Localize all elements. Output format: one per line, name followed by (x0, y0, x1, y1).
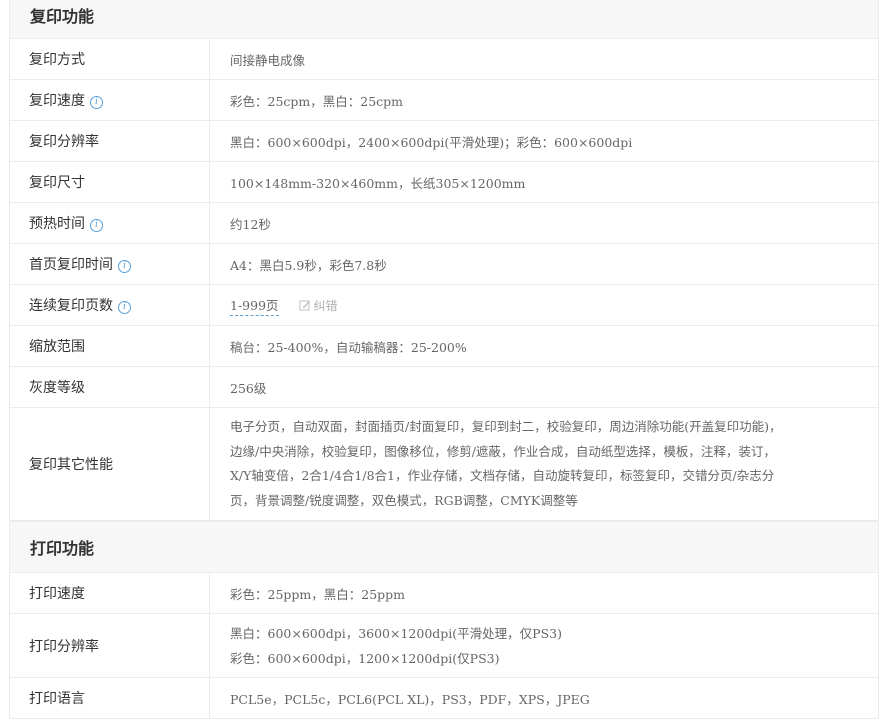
spec-label: 打印速度 (10, 573, 210, 613)
spec-value-line: 边缘/中央消除，校验复印，图像移位，修剪/遮蔽，作业合成，自动纸型选择，模板，注… (230, 443, 776, 459)
spec-table: 复印功能 复印方式 间接静电成像 复印速度 i 彩色：25cpm，黑白：25cp… (9, 0, 879, 719)
section-title-copy: 复印功能 (10, 0, 878, 39)
spec-row-continuous-copy: 连续复印页数 i 1-999页 纠错 (10, 285, 878, 326)
spec-row-print-resolution: 打印分辨率 黑白：600×600dpi，3600×1200dpi(平滑处理，仅P… (10, 614, 878, 678)
spec-label: 复印分辨率 (10, 121, 210, 161)
spec-label-text: 首页复印时间 (29, 257, 113, 273)
spec-row-other-copy-features: 复印其它性能 电子分页，自动双面，封面插页/封面复印，复印到封二，校验复印，周边… (10, 408, 878, 521)
spec-label: 首页复印时间 i (10, 244, 210, 284)
spec-label: 灰度等级 (10, 367, 210, 407)
info-icon[interactable]: i (118, 259, 131, 273)
spec-value: PCL5e，PCL5c，PCL6(PCL XL)，PS3，PDF，XPS，JPE… (230, 691, 590, 707)
info-icon[interactable]: i (90, 95, 103, 109)
spec-label: 复印其它性能 (10, 408, 210, 520)
spec-value: 彩色：25ppm，黑白：25ppm (230, 586, 406, 602)
spec-row-copy-size: 复印尺寸 100×148mm-320×460mm，长纸305×1200mm (10, 162, 878, 203)
spec-row-grayscale: 灰度等级 256级 (10, 367, 878, 408)
info-icon[interactable]: i (118, 300, 131, 314)
spec-value: 100×148mm-320×460mm，长纸305×1200mm (230, 175, 526, 191)
spec-label-text: 复印速度 (29, 93, 85, 109)
correction-label: 纠错 (313, 298, 338, 313)
spec-value: 间接静电成像 (230, 52, 306, 68)
spec-label: 复印速度 i (10, 80, 210, 120)
section-title-text: 复印功能 (30, 7, 95, 26)
pencil-icon (299, 300, 310, 311)
spec-label: 打印语言 (10, 678, 210, 718)
spec-value: A4：黑白5.9秒，彩色7.8秒 (230, 257, 387, 273)
spec-value: 稿台：25-400%，自动输稿器：25-200% (230, 339, 467, 355)
spec-label-text: 预热时间 (29, 216, 85, 232)
spec-row-print-speed: 打印速度 彩色：25ppm，黑白：25ppm (10, 573, 878, 614)
spec-value: 黑白：600×600dpi，3600×1200dpi(平滑处理，仅PS3) 彩色… (210, 614, 878, 677)
spec-row-copy-resolution: 复印分辨率 黑白：600×600dpi，2400×600dpi(平滑处理)；彩色… (10, 121, 878, 162)
spec-label: 预热时间 i (10, 203, 210, 243)
spec-label: 打印分辨率 (10, 614, 210, 677)
spec-value: 彩色：25cpm，黑白：25cpm (230, 93, 404, 109)
spec-row-copy-speed: 复印速度 i 彩色：25cpm，黑白：25cpm (10, 80, 878, 121)
spec-row-copy-method: 复印方式 间接静电成像 (10, 39, 878, 80)
continuous-copy-link[interactable]: 1-999页 (230, 295, 279, 316)
spec-value-line: X/Y轴变倍，2合1/4合1/8合1，作业存储，文档存储，自动旋转复印，标签复印… (230, 468, 775, 483)
spec-value-line: 页，背景调整/锐度调整，双色模式，RGB调整，CMYK调整等 (230, 492, 578, 508)
spec-row-print-language: 打印语言 PCL5e，PCL5c，PCL6(PCL XL)，PS3，PDF，XP… (10, 678, 878, 719)
info-icon[interactable]: i (90, 218, 103, 232)
correction-button[interactable]: 纠错 (299, 297, 338, 314)
spec-value: 黑白：600×600dpi，2400×600dpi(平滑处理)；彩色：600×6… (230, 134, 633, 150)
spec-value: 1-999页 纠错 (210, 285, 878, 325)
section-title-text: 打印功能 (30, 539, 95, 558)
spec-label: 连续复印页数 i (10, 285, 210, 325)
spec-label: 复印方式 (10, 39, 210, 79)
spec-value-line: 黑白：600×600dpi，3600×1200dpi(平滑处理，仅PS3) (230, 626, 562, 641)
spec-value: 256级 (230, 380, 267, 396)
spec-row-warmup-time: 预热时间 i 约12秒 (10, 203, 878, 244)
spec-label-text: 连续复印页数 (29, 298, 113, 314)
spec-value-line: 彩色：600×600dpi，1200×1200dpi(仅PS3) (230, 650, 500, 666)
spec-label: 缩放范围 (10, 326, 210, 366)
spec-row-zoom-range: 缩放范围 稿台：25-400%，自动输稿器：25-200% (10, 326, 878, 367)
spec-value-line: 电子分页，自动双面，封面插页/封面复印，复印到封二，校验复印，周边消除功能(开盖… (230, 419, 782, 434)
spec-value: 电子分页，自动双面，封面插页/封面复印，复印到封二，校验复印，周边消除功能(开盖… (210, 408, 878, 520)
spec-label: 复印尺寸 (10, 162, 210, 202)
spec-value: 约12秒 (230, 216, 271, 232)
spec-row-first-copy-time: 首页复印时间 i A4：黑白5.9秒，彩色7.8秒 (10, 244, 878, 285)
section-title-print: 打印功能 (10, 521, 878, 573)
